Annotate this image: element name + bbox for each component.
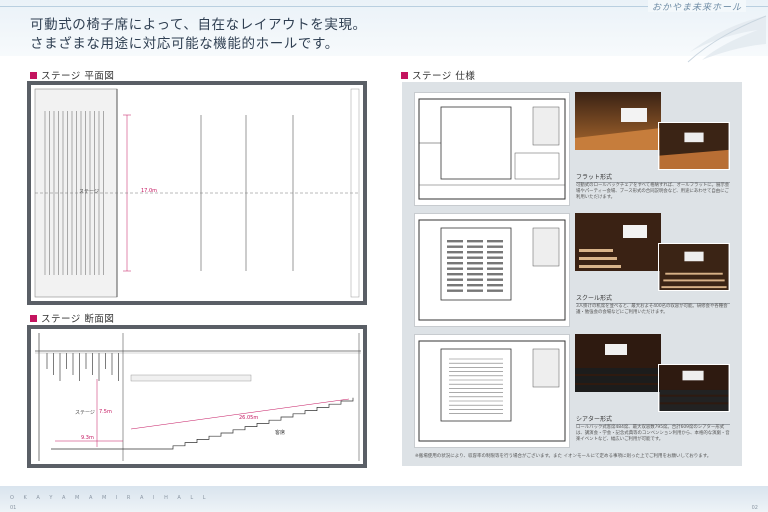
page-headline: 可動式の椅子席によって、自在なレイアウトを実現。 さまざまな用途に対応可能な機能… [30,16,367,54]
footer-brand-text: O K A Y A M A M I R A I H A L L [10,495,210,501]
layout-flat: フラット形式 可動式のロールバックチェアをすべて格納すれば、オールフラットに。展… [414,92,732,206]
theater-layout-label: シアター形式 [576,414,730,425]
spec-section-title: ステージ 仕様 [401,68,475,82]
flat-photo-sub [658,122,730,170]
headline-line-2: さまざまな用途に対応可能な機能的ホールです。 [30,36,339,52]
school-photo-main [575,213,661,271]
theater-layout-description: ロールバック式客席484席、最大収容数795席。合計609席のシアター形式は、講… [576,425,730,443]
section-section-title: ステージ 断面図 [30,311,114,325]
flat-layout-label: フラット形式 [576,172,730,183]
theater-photo-sub [658,364,730,412]
section-seat-label: 客席 [275,430,286,436]
section-stage-label: ステージ [75,410,95,416]
plan-width-dimension: 17.0m [141,188,158,194]
stage-section-drawing: ステージ 7.5m 9.3m 26.05m 客席 [27,325,367,468]
accent-square-icon [30,71,37,79]
stage-plan-drawing: ステージ 17.0m [27,81,367,305]
accent-square-icon [30,314,37,322]
section-depth-dimension: 9.3m [81,435,94,441]
school-photo-sub [658,243,730,291]
school-layout-plan [414,213,570,327]
school-layout-description: 3人掛けの机席を並べると、最大およそ400名の収容が可能。研修会や各種会議・勉強… [576,304,728,316]
page-number-left: 01 [10,505,17,511]
flat-layout-description: 可動式のロールバックチェアをすべて格納すれば、オールフラットに。展示会場やパーテ… [576,183,730,201]
page-number-right: 02 [751,505,758,511]
feather-decoration-icon [687,15,767,63]
spec-footnote: ※搬場使用の状況により、収容率の制限等を行う場合がございます。また イオンモール… [415,454,712,459]
hall-name: おかやま未来ホール [647,0,746,13]
theater-photo-main [575,334,661,392]
section-height-dimension: 7.5m [99,409,112,415]
school-layout-label: スクール形式 [576,293,730,304]
spec-panel: フラット形式 可動式のロールバックチェアをすべて格納すれば、オールフラットに。展… [402,82,742,466]
plan-stage-label: ステージ [79,189,99,195]
flat-photo-main [575,92,661,150]
plan-section-title: ステージ 平面図 [30,68,114,82]
accent-square-icon [401,71,408,79]
headline-line-1: 可動式の椅子席によって、自在なレイアウトを実現。 [30,17,367,33]
flat-layout-plan [414,92,570,206]
section-span-dimension: 26.05m [239,415,259,421]
layout-school: スクール形式 3人掛けの机席を並べると、最大およそ400名の収容が可能。研修会や… [414,213,732,327]
theater-layout-plan [414,334,570,448]
layout-theater: シアター形式 ロールバック式客席484席、最大収容数795席。合計609席のシア… [414,334,732,448]
